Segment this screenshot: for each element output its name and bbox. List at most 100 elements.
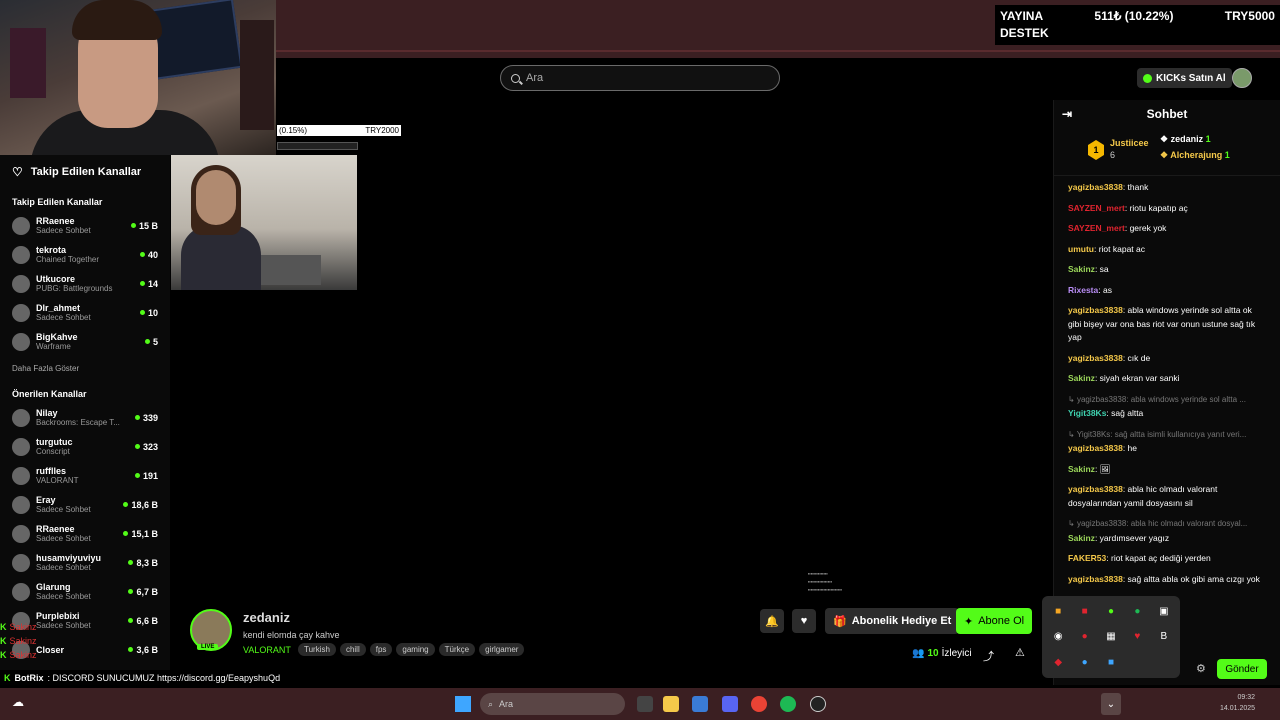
chat-username[interactable]: yagizbas3838 — [1068, 353, 1123, 363]
chat-text: : sa — [1094, 264, 1109, 274]
steam-icon[interactable]: ● — [1074, 653, 1094, 672]
start-icon[interactable] — [455, 696, 471, 712]
tag-chip[interactable]: chill — [339, 643, 366, 656]
sidebar-channel[interactable]: rufflles VALORANT 191 — [0, 461, 170, 490]
chat-username[interactable]: SAYZEN_mert — [1068, 223, 1125, 233]
tag-chip[interactable]: fps — [369, 643, 393, 656]
chat-username[interactable]: yagizbas3838 — [1068, 182, 1123, 192]
tray-app-icon[interactable]: ■ — [1101, 653, 1121, 672]
taskbar: ☁ ⌕ Ara ⌄ 09:32 14.01.2025 — [0, 688, 1280, 720]
chat-settings-icon[interactable]: ⚙ — [1196, 662, 1206, 675]
viewer-count: 14 — [140, 279, 158, 289]
chrome-icon[interactable] — [751, 696, 767, 712]
search-input[interactable]: Ara — [500, 65, 780, 91]
chat-message: yagizbas3838: abla windows yerinde sol a… — [1068, 304, 1266, 345]
task-view-icon[interactable] — [637, 696, 653, 712]
reply-preview[interactable]: ↳ Yigit38Ks: sağ altta isimli kullanıcıy… — [1068, 428, 1266, 442]
sidebar-channel[interactable]: Utkucore PUBG: Battlegrounds 14 — [0, 269, 170, 298]
chat-username[interactable]: umutu — [1068, 244, 1094, 254]
tray-app-icon[interactable]: ▣ — [1154, 602, 1174, 621]
viewer-count: 10 — [140, 308, 158, 318]
tray-app-icon[interactable]: B — [1154, 627, 1174, 646]
chat-text: : as — [1098, 284, 1112, 295]
notification-bell-button[interactable]: 🔔 — [760, 609, 784, 633]
share-icon[interactable]: ⤴ — [983, 648, 994, 664]
send-button[interactable]: Gönder — [1217, 659, 1267, 679]
channel-avatar — [12, 274, 30, 293]
spotify-icon[interactable]: ● — [1127, 602, 1147, 621]
sidebar-channel[interactable]: RRaenee Sadece Sohbet 15 B — [0, 211, 170, 240]
chevron-up-icon[interactable]: ⌄ — [1101, 693, 1121, 715]
follow-heart-button[interactable]: ♥ — [792, 609, 816, 633]
tag-chip[interactable]: Türkçe — [438, 643, 476, 656]
sidebar-channel[interactable]: Dlr_ahmet Sadece Sohbet 10 — [0, 298, 170, 327]
chat-username[interactable]: SAYZEN_mert — [1068, 203, 1125, 213]
user-avatar[interactable] — [1232, 68, 1252, 88]
spotify-icon[interactable] — [780, 696, 796, 712]
tray-app-icon[interactable]: ■ — [1048, 602, 1068, 621]
folder-icon[interactable] — [663, 696, 679, 712]
tray-app-icon[interactable]: ■ — [1074, 602, 1094, 621]
show-more-link[interactable]: Daha Fazla Göster — [0, 356, 170, 381]
clock[interactable]: 09:32 14.01.2025 — [1220, 692, 1255, 714]
viewer-count: 👥 10 İzleyici — [912, 648, 972, 659]
chat-username[interactable]: Rixesta — [1068, 285, 1098, 295]
obs-icon[interactable] — [810, 696, 826, 712]
chat-message: FAKER53: riot kapat aç dediği yerden — [1068, 552, 1266, 566]
collapse-chat-icon[interactable]: ⇥ — [1062, 107, 1072, 121]
report-icon[interactable]: ⚠ — [1015, 646, 1025, 659]
chat-message: ↳ yagizbas3838: abla windows yerinde sol… — [1068, 393, 1266, 421]
kicks-buy-button[interactable]: KICKs Satın Al — [1137, 68, 1232, 88]
guest-webcam — [171, 155, 357, 290]
tag-chip[interactable]: girlgamer — [479, 643, 525, 656]
chat-username[interactable]: yagizbas3838 — [1068, 443, 1123, 453]
sidebar-channel[interactable]: Nilay Backrooms: Escape T... 339 — [0, 403, 170, 432]
chat-username[interactable]: yagizbas3838 — [1068, 484, 1123, 494]
gift-subscription-button[interactable]: 🎁 Abonelik Hediye Et — [825, 608, 960, 634]
sidebar-header[interactable]: ♡ Takip Edilen Kanallar — [0, 155, 170, 189]
taskbar-search[interactable]: ⌕ Ara — [480, 693, 625, 715]
sidebar-channel[interactable]: BigKahve Warframe 5 — [0, 327, 170, 356]
stream-category[interactable]: VALORANT — [243, 645, 291, 655]
tag-list: Turkish chill fps gaming Türkçe girlgamer — [298, 643, 525, 656]
sidebar-channel[interactable]: Glarung Sadece Sohbet 6,7 B — [0, 577, 170, 606]
chat-username[interactable]: FAKER53 — [1068, 553, 1106, 563]
chat-text: : sağ altta abla ok gibi ama cızgı yok — [1122, 573, 1260, 584]
discord-icon[interactable] — [722, 696, 738, 712]
riot-icon[interactable]: ● — [1074, 627, 1094, 646]
chat-username[interactable]: Yigit38Ks — [1068, 408, 1106, 418]
reply-preview[interactable]: ↳ yagizbas3838: abla hic olmadı valorant… — [1068, 517, 1266, 531]
channel-category: Sadece Sohbet — [36, 226, 91, 235]
sidebar-channel[interactable]: Eray Sadece Sohbet 18,6 B — [0, 490, 170, 519]
tray-app-icon[interactable]: ● — [1101, 602, 1121, 621]
chat-username[interactable]: Sakinz — [1068, 464, 1095, 474]
channel-category: Sadece Sohbet — [36, 534, 91, 543]
weather-icon[interactable]: ☁ — [12, 695, 24, 709]
tray-app-icon[interactable]: ▦ — [1101, 627, 1121, 646]
chat-message: SAYZEN_mert: riotu kapatıp aç — [1068, 202, 1266, 216]
sidebar-channel[interactable]: turgutuc Conscript 323 — [0, 432, 170, 461]
sidebar-channel[interactable]: tekrota Chained Together 40 — [0, 240, 170, 269]
channel-category: Sadece Sohbet — [36, 592, 91, 601]
streamer-name[interactable]: zedaniz — [243, 610, 290, 625]
store-icon[interactable] — [692, 696, 708, 712]
channel-name: rufflles — [36, 466, 67, 476]
chat-username[interactable]: Sakinz — [1068, 533, 1095, 543]
tag-chip[interactable]: Turkish — [298, 643, 336, 656]
subscribe-button[interactable]: ✦ Abone Ol — [956, 608, 1033, 634]
reply-preview[interactable]: ↳ yagizbas3838: abla windows yerinde sol… — [1068, 393, 1266, 407]
chat-username[interactable]: Sakinz — [1068, 373, 1095, 383]
sidebar-channel[interactable]: husamviyuviyu Sadece Sohbet 8,3 B — [0, 548, 170, 577]
chat-username[interactable]: yagizbas3838 — [1068, 305, 1123, 315]
tray-app-icon[interactable]: ♥ — [1127, 627, 1147, 646]
channel-category: Warframe — [36, 342, 71, 351]
channel-avatar — [12, 216, 30, 235]
tag-chip[interactable]: gaming — [396, 643, 435, 656]
overlay-chat: K Sakinz K Sakinz K Sakinz — [0, 622, 37, 660]
tray-app-icon[interactable]: ◉ — [1048, 627, 1068, 646]
sidebar-channel[interactable]: RRaenee Sadece Sohbet 15,1 B — [0, 519, 170, 548]
chat-username[interactable]: yagizbas3838 — [1068, 574, 1123, 584]
tray-app-icon[interactable]: ◆ — [1048, 653, 1068, 672]
chat-username[interactable]: Sakinz — [1068, 264, 1095, 274]
system-tray-popup: ■ ■ ● ● ▣ ◉ ● ▦ ♥ B ◆ ● ■ — [1042, 596, 1180, 678]
